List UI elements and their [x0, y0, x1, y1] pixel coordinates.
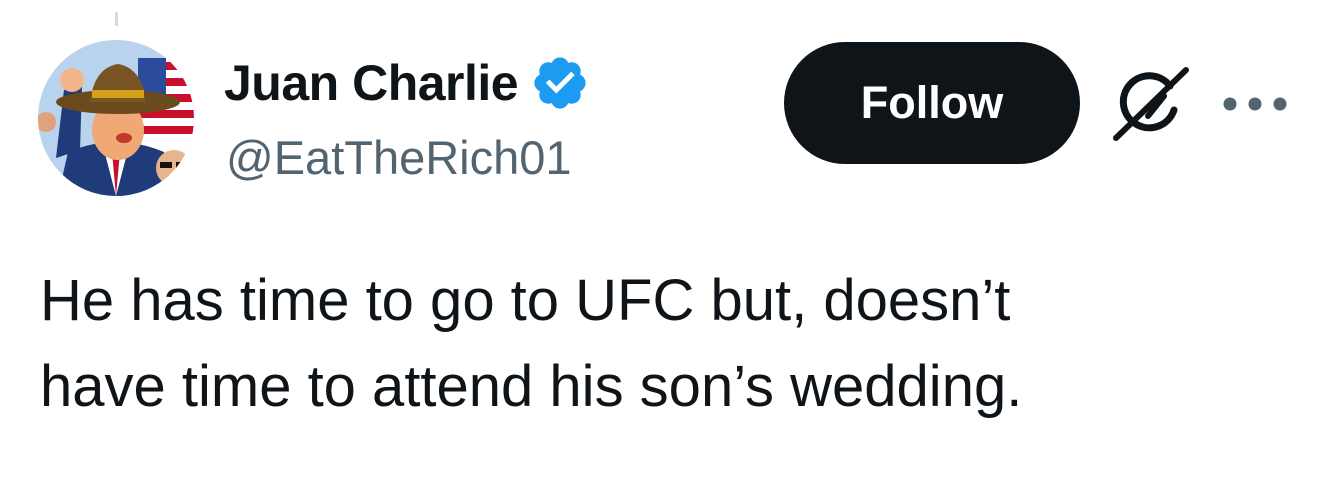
- author-display-name[interactable]: Juan Charlie: [224, 52, 519, 114]
- follow-button[interactable]: Follow: [784, 42, 1080, 164]
- author-handle[interactable]: @EatTheRich01: [226, 128, 572, 188]
- grok-icon[interactable]: [1108, 66, 1190, 142]
- tweet-text: He has time to go to UFC but, doesn’t ha…: [40, 258, 1280, 430]
- more-icon[interactable]: [1222, 96, 1288, 112]
- author-name-row: Juan Charlie: [224, 52, 590, 114]
- avatar-image: [38, 40, 194, 196]
- tweet-text-line: He has time to go to UFC but, doesn’t: [40, 268, 1011, 333]
- verified-badge-icon: [530, 53, 590, 113]
- top-divider-mark: [115, 12, 118, 26]
- avatar[interactable]: [38, 40, 194, 196]
- tweet-text-line: have time to attend his son’s wedding.: [40, 354, 1023, 419]
